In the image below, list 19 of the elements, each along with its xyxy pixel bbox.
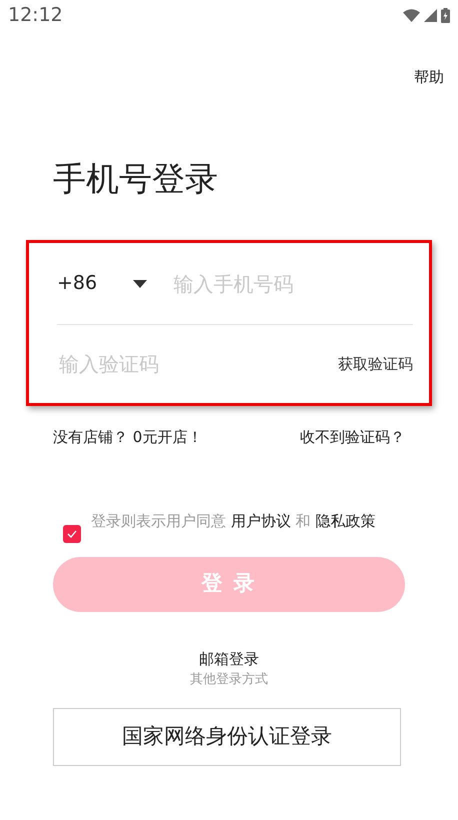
national-id-login-button[interactable]: 国家网络身份认证登录: [53, 708, 401, 766]
country-code-dropdown[interactable]: +86: [57, 269, 164, 298]
agreement-text: 登录则表示用户同意 用户协议 和 隐私政策: [91, 510, 376, 532]
page-title: 手机号登录: [53, 158, 219, 198]
email-login-link[interactable]: 邮箱登录: [199, 648, 259, 670]
open-shop-link[interactable]: 没有店铺？ 0元开店！: [53, 426, 202, 449]
status-time: 12:12: [8, 2, 63, 28]
battery-icon: [441, 8, 450, 22]
caret-icon: [133, 280, 148, 288]
help-link[interactable]: 帮助: [414, 66, 444, 88]
check-icon: [67, 530, 77, 538]
other-methods-label: 其他登录方式: [190, 671, 268, 690]
user-agreement-link[interactable]: 用户协议: [230, 512, 291, 530]
agreement-checkbox[interactable]: [63, 524, 81, 543]
wifi-icon: [403, 8, 420, 22]
signal-icon: [424, 8, 437, 22]
no-code-link[interactable]: 收不到验证码？: [300, 426, 405, 449]
get-code-button[interactable]: 获取验证码: [338, 352, 413, 376]
privacy-policy-link[interactable]: 隐私政策: [315, 512, 376, 530]
